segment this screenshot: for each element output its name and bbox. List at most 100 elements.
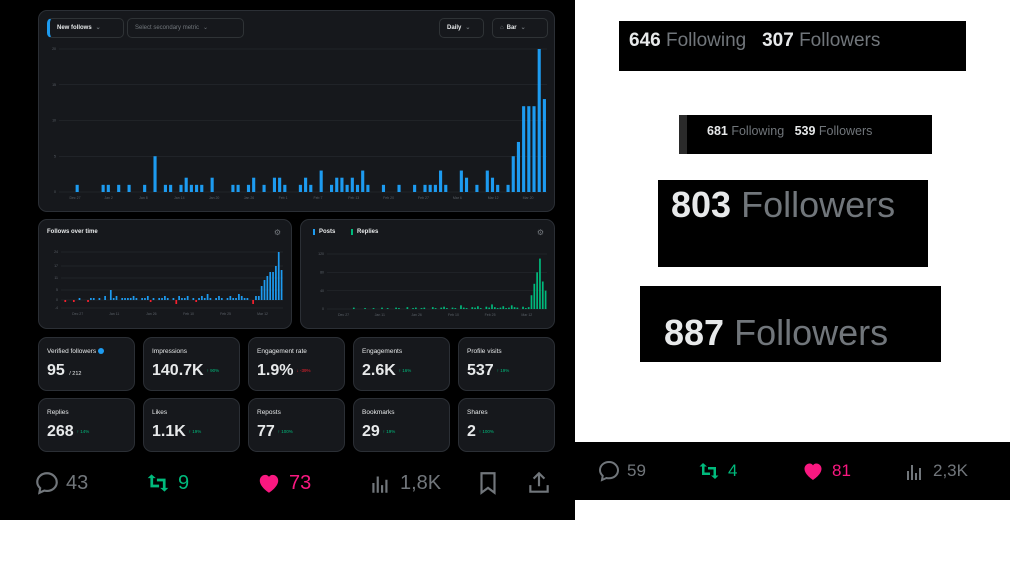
x-tick-label: Feb 13 (348, 196, 359, 200)
bar (75, 184, 79, 192)
reply-button[interactable]: 59 (597, 459, 646, 483)
stat-value: 2.6K ↑ 16% (362, 362, 411, 380)
bar (215, 298, 217, 300)
stat-label: Bookmarks (362, 409, 395, 416)
bar (201, 296, 203, 300)
bar (516, 307, 519, 309)
reply-button[interactable]: 43 (34, 470, 88, 496)
bar (186, 296, 189, 300)
verified-badge-icon (98, 348, 105, 354)
stat-change: ↑ 19% (496, 368, 510, 373)
stat-shares[interactable]: Shares 2 ↑ 100% (458, 398, 555, 452)
repost-button[interactable]: 9 (144, 470, 189, 496)
bar (464, 177, 469, 192)
stat-label: Replies (47, 409, 69, 416)
bar (109, 290, 112, 300)
stat-verified-followers[interactable]: Verified followers 95 / 212 (38, 337, 135, 391)
followers-count: 887 (664, 312, 725, 353)
stat-profile-visits[interactable]: Profile visits 537 ↑ 19% (458, 337, 555, 391)
bar (544, 290, 547, 309)
bar (304, 177, 308, 192)
bar (262, 184, 266, 192)
bar (431, 307, 434, 309)
followers-count: 539 (794, 124, 816, 138)
stat-change: ↑ 16% (398, 368, 412, 373)
bar (220, 298, 223, 300)
heart-icon (804, 463, 822, 480)
stat-change: ↑ 100% (277, 429, 293, 434)
bar (275, 266, 277, 300)
stat-value-text: 95 (47, 362, 65, 379)
stat-bookmarks[interactable]: Bookmarks 29 ↑ 19% (353, 398, 450, 452)
y-tick-label: 10 (52, 119, 56, 123)
bar (127, 184, 131, 192)
stat-impressions[interactable]: Impressions 140.7K ↑ 90% (143, 337, 240, 391)
views-button[interactable]: 1,8K (368, 470, 441, 496)
bar (127, 298, 129, 300)
stat-value-text: 2 (467, 423, 476, 440)
bar (298, 184, 302, 192)
bar (132, 296, 135, 300)
bar (243, 298, 246, 300)
stat-likes[interactable]: Likes 1.1K ↑ 19% (143, 398, 240, 452)
bar (474, 307, 476, 309)
stat-engagement-rate[interactable]: Engagement rate 1.9% ↓ -39% (248, 337, 345, 391)
bar (533, 283, 536, 309)
repost-button[interactable]: 4 (696, 459, 737, 483)
bar (184, 177, 188, 192)
stat-change: ↓ -39% (296, 368, 311, 373)
stat-engagements[interactable]: Engagements 2.6K ↑ 16% (353, 337, 450, 391)
bar (158, 298, 161, 300)
bar (246, 184, 251, 192)
bar (153, 156, 157, 192)
bar (163, 184, 167, 192)
bar (106, 184, 110, 192)
followers-label[interactable]: Followers (741, 184, 895, 225)
bar (226, 298, 229, 300)
x-tick-label: Jan 26 (244, 196, 255, 200)
bar (206, 294, 209, 300)
followers-label[interactable]: Followers (819, 124, 873, 138)
like-button[interactable]: 81 (800, 459, 851, 483)
like-button[interactable]: 73 (255, 470, 311, 496)
bar (539, 258, 541, 309)
stat-sub: / 212 (69, 371, 82, 377)
bar (532, 106, 536, 192)
stat-change: ↑ 90% (206, 368, 220, 373)
new-follows-chart-card: New follows ⌄ Select secondary metric ⌄ Da… (38, 10, 555, 212)
bar (462, 307, 465, 309)
y-tick-label: 40 (320, 289, 324, 293)
stat-reposts[interactable]: Reposts 77 ↑ 100% (248, 398, 345, 452)
stat-label: Engagement rate (257, 348, 307, 355)
stat-value-text: 77 (257, 423, 275, 440)
bar (277, 252, 280, 300)
repost-count: 4 (728, 461, 738, 480)
reply-icon (598, 460, 620, 482)
stat-value: 95 / 212 (47, 362, 81, 380)
stat-replies[interactable]: Replies 268 ↑ 14% (38, 398, 135, 452)
followers-count: 307 (762, 30, 794, 51)
bar (397, 184, 401, 192)
following-count: 681 (707, 124, 728, 138)
x-tick-label: Jan 20 (209, 196, 220, 200)
stat-value-text: 1.9% (257, 362, 294, 379)
bookmark-button[interactable] (475, 470, 507, 496)
x-tick-label: Jan 26 (411, 313, 422, 317)
stat-value: 537 ↑ 19% (467, 362, 509, 380)
share-button[interactable] (526, 470, 558, 496)
bar (423, 184, 427, 192)
followers-snippet-3: 803 Followers (658, 180, 928, 267)
views-button[interactable]: 2,3K (903, 459, 968, 483)
bar (506, 184, 510, 192)
bar (413, 184, 417, 192)
following-label[interactable]: Following (666, 30, 746, 51)
bar (345, 184, 349, 192)
bar (491, 304, 493, 309)
followers-label[interactable]: Followers (734, 312, 888, 353)
followers-label[interactable]: Followers (799, 30, 880, 51)
y-tick-label: 0 (56, 298, 58, 302)
bar (366, 184, 370, 192)
following-label[interactable]: Following (731, 124, 784, 138)
bar (496, 184, 500, 192)
bar (508, 307, 510, 309)
